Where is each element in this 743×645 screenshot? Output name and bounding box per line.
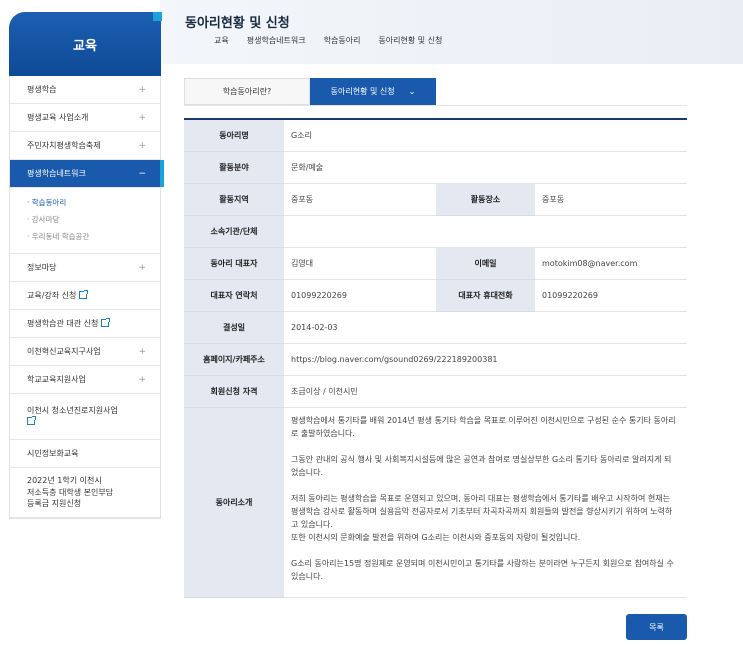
content-tabs: 학습동아리란? 동아리현황 및 신청 ⌄ xyxy=(184,78,436,105)
sidebar-item-lifelong-learning[interactable]: 평생학습 + xyxy=(10,76,160,104)
table-row: 결성일 2014-02-03 xyxy=(184,311,687,344)
sidebar-item-label: 평생학습 xyxy=(27,85,57,94)
table-row: 홈페이지/카페주소 https://blog.naver.com/gsound0… xyxy=(184,343,687,376)
table-row: 활동분야 문화/예술 xyxy=(184,151,687,184)
sidebar-corner-accent xyxy=(153,12,162,21)
sidebar-item-label-line3: 등록금 지원신청 xyxy=(27,499,82,509)
sidebar-item-label-line2: 저소득층 대학생 본인부담 xyxy=(27,487,114,497)
row-label: 홈페이지/카페주소 xyxy=(184,343,284,376)
page-title: 동아리현황 및 신청 xyxy=(185,16,290,31)
sidebar-item-youth-career[interactable]: 이천시 청소년진로지원사업 xyxy=(10,394,160,440)
club-email-value: motokim08@naver.com xyxy=(535,247,687,280)
sidebar-item-label: 평생학습관 대관 신청 xyxy=(27,319,99,328)
sidebar-submenu: · 학습동아리 · 강사마당 · 우리동네 학습공간 xyxy=(10,188,160,254)
sidebar-item-label: 평생학습네트워크 xyxy=(27,169,86,178)
submenu-item-clubs[interactable]: · 학습동아리 xyxy=(27,194,160,211)
external-link-icon xyxy=(27,416,36,425)
sidebar-item-tuition-support[interactable]: 2022년 1학기 이천시 저소득층 대학생 본인부담 등록금 지원신청 xyxy=(10,468,160,518)
submenu-item-instructors[interactable]: · 강사마당 xyxy=(27,211,160,228)
breadcrumb: 교육 평생학습네트워크 학습동아리 동아리현황 및 신청 xyxy=(214,35,460,46)
tab-divider xyxy=(184,105,687,106)
sidebar-item-festival[interactable]: 주민자치평생학습축제 + xyxy=(10,132,160,160)
expand-icon: + xyxy=(138,262,146,273)
row-label: 대표자 연락처 xyxy=(184,279,284,312)
expand-icon: + xyxy=(138,374,146,385)
sidebar-item-label-line1: 2022년 1학기 이천시 xyxy=(27,476,102,486)
intro-paragraph: 저희 동아리는 평생학습을 목표로 운영되고 있으며, 동아리 대표는 평생학습… xyxy=(291,493,673,542)
intro-paragraph: G소리 동아리는15명 정원제로 운영되며 이천시민이고 통기타를 사랑하는 분… xyxy=(291,558,674,581)
list-button[interactable]: 목록 xyxy=(626,614,687,640)
sidebar-item-label: 시민정보화교육 xyxy=(27,449,79,458)
club-mobile-value: 01099220269 xyxy=(535,279,687,312)
club-intro-value: 평생학습에서 통기타를 배워 2014년 평생 통기타 학습을 목표로 이루어진… xyxy=(284,407,687,598)
row-label: 활동지역 xyxy=(184,183,284,216)
sidebar-item-network[interactable]: 평생학습네트워크 − xyxy=(10,160,164,188)
sidebar-item-label: 이천시 청소년진로지원사업 xyxy=(27,406,118,416)
breadcrumb-item-status[interactable]: 동아리현황 및 신청 xyxy=(378,35,442,46)
club-detail-table: 동아리명 G소리 활동분야 문화/예술 활동지역 중포동 활동장소 중포동 소속… xyxy=(184,118,687,598)
breadcrumb-item-network[interactable]: 평생학습네트워크 xyxy=(247,35,306,46)
club-field-value: 문화/예술 xyxy=(284,151,687,184)
sidebar-item-label: 교육/강좌 신청 xyxy=(27,291,77,300)
club-phone-value: 01099220269 xyxy=(284,279,436,312)
club-name-value: G소리 xyxy=(284,119,687,152)
tab-club-status[interactable]: 동아리현황 및 신청 ⌄ xyxy=(310,78,436,105)
expand-icon: + xyxy=(138,140,146,151)
row-label: 동아리소개 xyxy=(184,407,284,598)
sidebar-item-info[interactable]: 정보마당 + xyxy=(10,254,160,282)
external-link-icon xyxy=(79,289,89,299)
sidebar-menu: 평생학습 + 평생교육 사업소개 + 주민자치평생학습축제 + 평생학습네트워크… xyxy=(9,76,164,519)
row-label: 활동분야 xyxy=(184,151,284,184)
sidebar-item-label: 주민자치평생학습축제 xyxy=(27,141,101,150)
table-row: 소속기관/단체 xyxy=(184,215,687,248)
sidebar-item-course-apply[interactable]: 교육/강좌 신청 xyxy=(10,282,160,310)
club-qualification-value: 초급이상 / 이천시민 xyxy=(284,375,687,408)
club-homepage-link[interactable]: https://blog.naver.com/gsound0269/222189… xyxy=(284,343,687,376)
expand-icon: + xyxy=(138,84,146,95)
sidebar-item-label: 평생교육 사업소개 xyxy=(27,113,89,122)
expand-icon: + xyxy=(138,346,146,357)
sidebar-item-innovation[interactable]: 이천혁신교육지구사업 + xyxy=(10,338,160,366)
external-link-icon xyxy=(101,317,111,327)
club-rep-value: 김영대 xyxy=(284,247,436,280)
club-area-value: 중포동 xyxy=(284,183,436,216)
submenu-item-learning-space[interactable]: · 우리동네 학습공간 xyxy=(27,228,160,245)
chevron-down-icon: ⌄ xyxy=(408,87,416,96)
sidebar-item-label: 학교교육지원사업 xyxy=(27,375,86,384)
table-row: 동아리명 G소리 xyxy=(184,119,687,152)
sidebar-item-school-support[interactable]: 학교교육지원사업 + xyxy=(10,366,160,394)
row-label: 회원신청 자격 xyxy=(184,375,284,408)
intro-paragraph: 그동안 관내의 공식 행사 및 사회복지시설등에 많은 공연과 참여로 명실상부… xyxy=(291,454,672,477)
intro-paragraph: 평생학습에서 통기타를 배워 2014년 평생 통기타 학습을 목표로 이루어진… xyxy=(291,415,676,438)
table-row: 동아리소개 평생학습에서 통기타를 배워 2014년 평생 통기타 학습을 목표… xyxy=(184,407,687,598)
expand-icon: + xyxy=(138,112,146,123)
sidebar-item-label: 정보마당 xyxy=(27,263,57,272)
row-label: 동아리 대표자 xyxy=(184,247,284,280)
row-label: 결성일 xyxy=(184,311,284,344)
table-row: 동아리 대표자 김영대 이메일 motokim08@naver.com xyxy=(184,247,687,280)
sidebar-item-rental-apply[interactable]: 평생학습관 대관 신청 xyxy=(10,310,160,338)
table-row: 활동지역 중포동 활동장소 중포동 xyxy=(184,183,687,216)
tab-label: 동아리현황 및 신청 xyxy=(330,87,395,96)
breadcrumb-item-clubs[interactable]: 학습동아리 xyxy=(324,35,361,46)
row-label: 이메일 xyxy=(436,247,535,280)
row-label: 동아리명 xyxy=(184,119,284,152)
club-org-value xyxy=(284,215,687,248)
collapse-icon: − xyxy=(138,168,146,179)
breadcrumb-item-education[interactable]: 교육 xyxy=(214,35,229,46)
table-row: 대표자 연락처 01099220269 대표자 휴대전화 01099220269 xyxy=(184,279,687,312)
top-banner xyxy=(160,0,743,64)
sidebar-item-program-intro[interactable]: 평생교육 사업소개 + xyxy=(10,104,160,132)
row-label: 대표자 휴대전화 xyxy=(436,279,535,312)
sidebar-title: 교육 xyxy=(9,12,161,76)
row-label: 소속기관/단체 xyxy=(184,215,284,248)
sidebar-item-label: 이천혁신교육지구사업 xyxy=(27,347,101,356)
club-place-value: 중포동 xyxy=(535,183,687,216)
table-row: 회원신청 자격 초급이상 / 이천시민 xyxy=(184,375,687,408)
sidebar-item-it-education[interactable]: 시민정보화교육 xyxy=(10,440,160,468)
row-label: 활동장소 xyxy=(436,183,535,216)
club-founded-value: 2014-02-03 xyxy=(284,311,687,344)
tab-what-is-club[interactable]: 학습동아리란? xyxy=(184,78,310,105)
